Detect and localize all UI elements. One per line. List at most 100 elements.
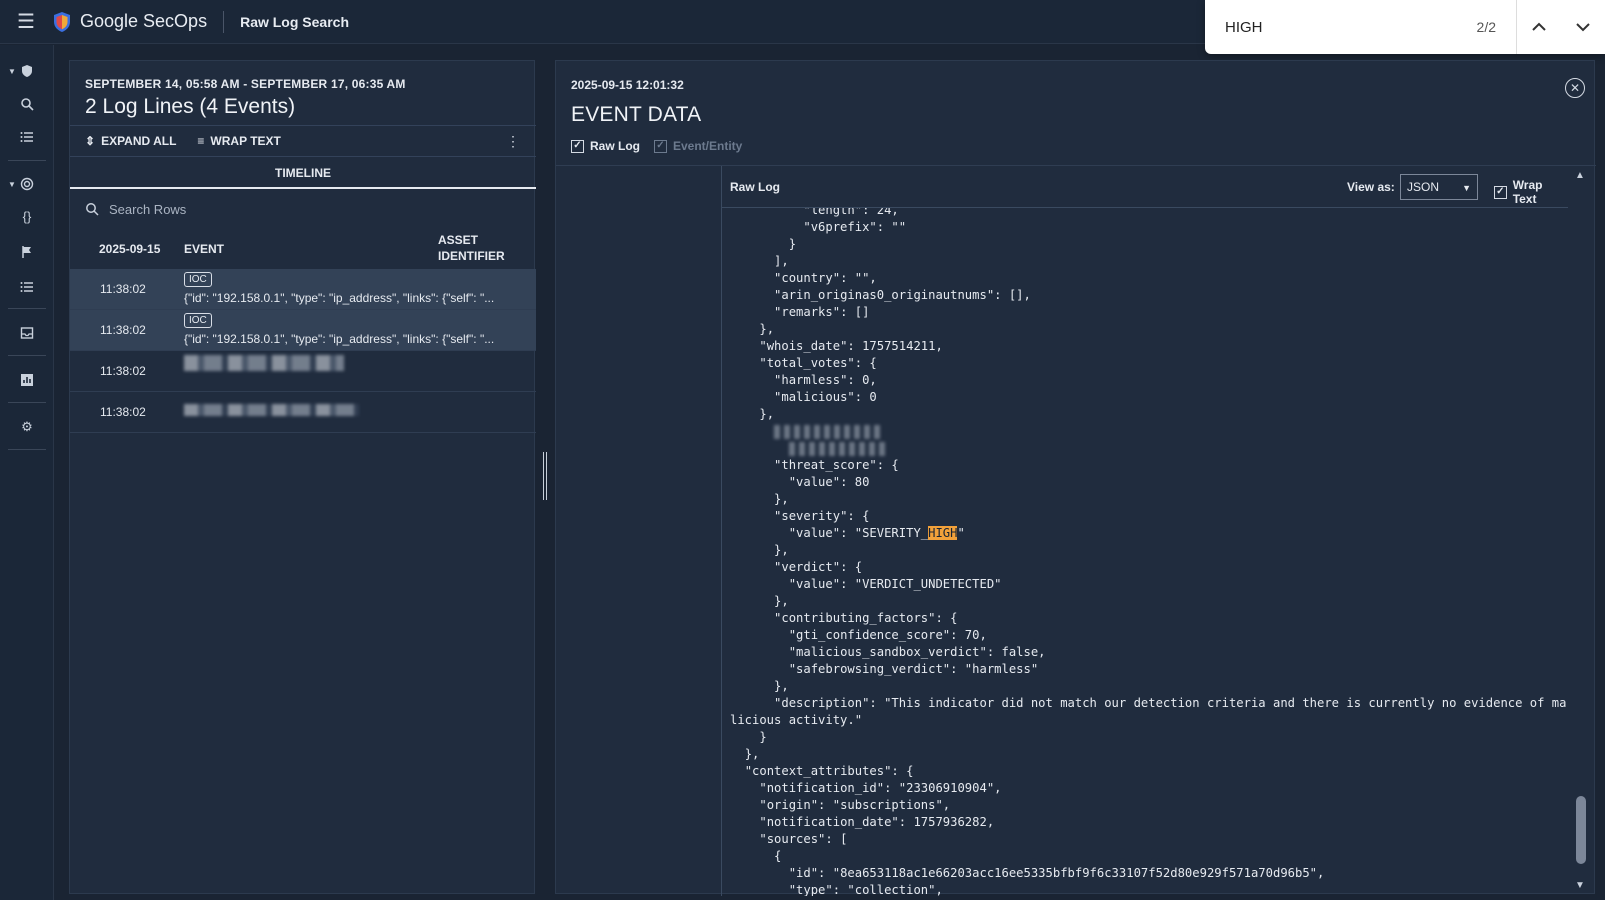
dashboard-icon[interactable] [0,368,54,392]
column-asset-identifier[interactable]: ASSET IDENTIFIER [438,232,518,264]
json-line: "description": "This indicator did not m… [730,696,1567,727]
rail-detection-section[interactable]: ▼ [0,172,54,196]
json-line: } [759,730,767,744]
table-row[interactable]: 11:38:02 IOC {"id": "192.158.0.1", "type… [70,310,536,351]
blurred-line [730,441,889,456]
raw-log-header: Raw Log View as: JSON ▼ ✓ Wrap Text [722,166,1568,208]
json-line: "verdict": { [774,560,863,574]
search-rows-field[interactable]: Search Rows [85,197,521,221]
json-line: "id": "8ea653118ac1e66203acc16ee5335bfbf… [788,866,1325,880]
search-icon[interactable] [0,92,54,116]
wrap-text-button[interactable]: ≡ WRAP TEXT [197,134,280,148]
page-title: Raw Log Search [240,13,349,30]
rail-divider [8,449,46,450]
vertical-scrollbar[interactable]: ▲ ▼ [1568,166,1594,896]
table-row[interactable]: 11:38:02 [70,392,536,433]
view-toggles: ✓ Raw Log ✓ Event/Entity [571,139,742,153]
wrap-text-check-label: Wrap Text [1512,178,1543,206]
redacted-content [184,404,359,416]
checkbox-checked-icon: ✓ [571,139,584,153]
find-input[interactable]: HIGH [1205,19,1477,36]
rail-shield-section[interactable]: ▼ [0,59,54,83]
title-divider [223,10,225,33]
wrap-text-checkbox[interactable]: ✓ Wrap Text [1494,178,1568,206]
event-entity-checkbox[interactable]: ✓ Event/Entity [654,139,742,153]
table-row[interactable]: 11:38:02 IOC {"id": "192.158.0.1", "type… [70,269,536,310]
json-content[interactable]: "length": 24, "v6prefix": "" } ], "count… [722,208,1568,896]
rail-divider [8,355,46,356]
json-text: "length": 24, "v6prefix": "" } ], "count… [722,208,1568,896]
app-name: Google SecOps [80,11,208,31]
event-data-panel: 2025-09-15 12:01:32 EVENT DATA ✕ ✓ Raw L… [555,60,1596,896]
dropdown-caret-icon: ▼ [1462,183,1471,193]
search-highlight: HIGH [928,526,958,540]
scroll-down-icon[interactable]: ▼ [1575,880,1585,891]
row-event: {"id": "192.158.0.1", "type": "ip_addres… [184,291,495,305]
json-line: "length": 24, [803,208,899,217]
row-time: 11:38:02 [100,282,146,296]
table-row[interactable]: 11:38:02 [70,351,536,392]
json-line: "value": "VERDICT_UNDETECTED" [788,577,1002,591]
json-lines-bottom: }, "verdict": { "value": "VERDICT_UNDETE… [730,543,1566,896]
caret-down-icon: ▼ [8,179,16,189]
json-line: "notification_id": "23306910904", [759,781,1002,795]
severity-value-line: "value": "SEVERITY_HIGH" [730,526,965,540]
json-line: "notification_date": 1757936282, [759,815,995,829]
app-logo[interactable]: Google SecOps [52,11,207,33]
braces-icon[interactable]: {} [0,204,54,228]
more-options-icon[interactable]: ⋮ [506,133,520,150]
chevron-down-icon[interactable] [1561,0,1605,54]
json-line: }, [759,322,775,336]
json-line: "context_attributes": { [744,764,914,778]
json-line: "total_votes": { [759,356,877,370]
raw-log-checkbox[interactable]: ✓ Raw Log [571,139,640,153]
json-line: } [788,237,797,251]
log-lines-toolbar: ⇕ EXPAND ALL ≡ WRAP TEXT ⋮ [70,125,536,157]
radar-icon [20,177,34,191]
expand-icon: ⇕ [85,134,96,148]
rail-divider [8,160,46,161]
hamburger-icon[interactable]: ☰ [0,0,52,44]
view-as-label: View as: [1347,180,1395,194]
json-line: { [774,849,782,863]
json-line: "malicious_sandbox_verdict": false, [788,645,1046,659]
close-circle-icon[interactable]: ✕ [1565,78,1585,98]
rail-divider [8,402,46,403]
raw-log-viewer: Raw Log View as: JSON ▼ ✓ Wrap Text "len… [556,165,1596,896]
expand-all-button[interactable]: ⇕ EXPAND ALL [85,134,176,148]
panel-resize-handle[interactable] [543,452,547,500]
column-date[interactable]: 2025-09-15 [99,242,160,256]
json-line: }, [759,407,775,421]
flag-icon[interactable] [0,240,54,264]
secops-shield-icon [54,11,70,32]
row-time: 11:38:02 [100,364,146,378]
list-icon[interactable] [0,125,54,149]
json-line: "value": 80 [788,475,870,489]
scroll-up-icon[interactable]: ▲ [1575,170,1585,181]
search-rows-placeholder: Search Rows [109,201,187,217]
checkbox-disabled-icon: ✓ [654,139,667,153]
json-line: "v6prefix": "" [803,220,907,234]
tab-timeline[interactable]: TIMELINE [70,158,536,189]
column-event[interactable]: EVENT [184,242,224,256]
gear-icon[interactable]: ⚙ [0,415,54,439]
caret-down-icon: ▼ [8,66,16,76]
json-line: }, [774,594,789,608]
ioc-badge: IOC [184,272,212,287]
rules-list-icon[interactable] [0,275,54,299]
json-lines-top: "length": 24, "v6prefix": "" } ], "count… [730,208,1030,421]
redacted-content [184,355,344,371]
json-line: "type": "collection", [788,883,943,896]
scrollbar-thumb[interactable] [1576,796,1586,864]
wrap-text-icon: ≡ [197,134,205,148]
raw-log-check-label: Raw Log [590,139,640,153]
json-lines-mid: "threat_score": { "value": 80 }, "severi… [730,458,899,523]
inbox-icon[interactable] [0,321,54,345]
json-line: ], [774,254,789,268]
json-line: "remarks": [] [774,305,870,319]
left-nav-rail: ▼ ▼ {} ⚙ [0,45,54,900]
find-match-count: 2/2 [1476,19,1496,35]
line-gutter [556,166,722,896]
chevron-up-icon[interactable] [1517,0,1561,54]
view-as-select[interactable]: JSON ▼ [1400,174,1478,200]
